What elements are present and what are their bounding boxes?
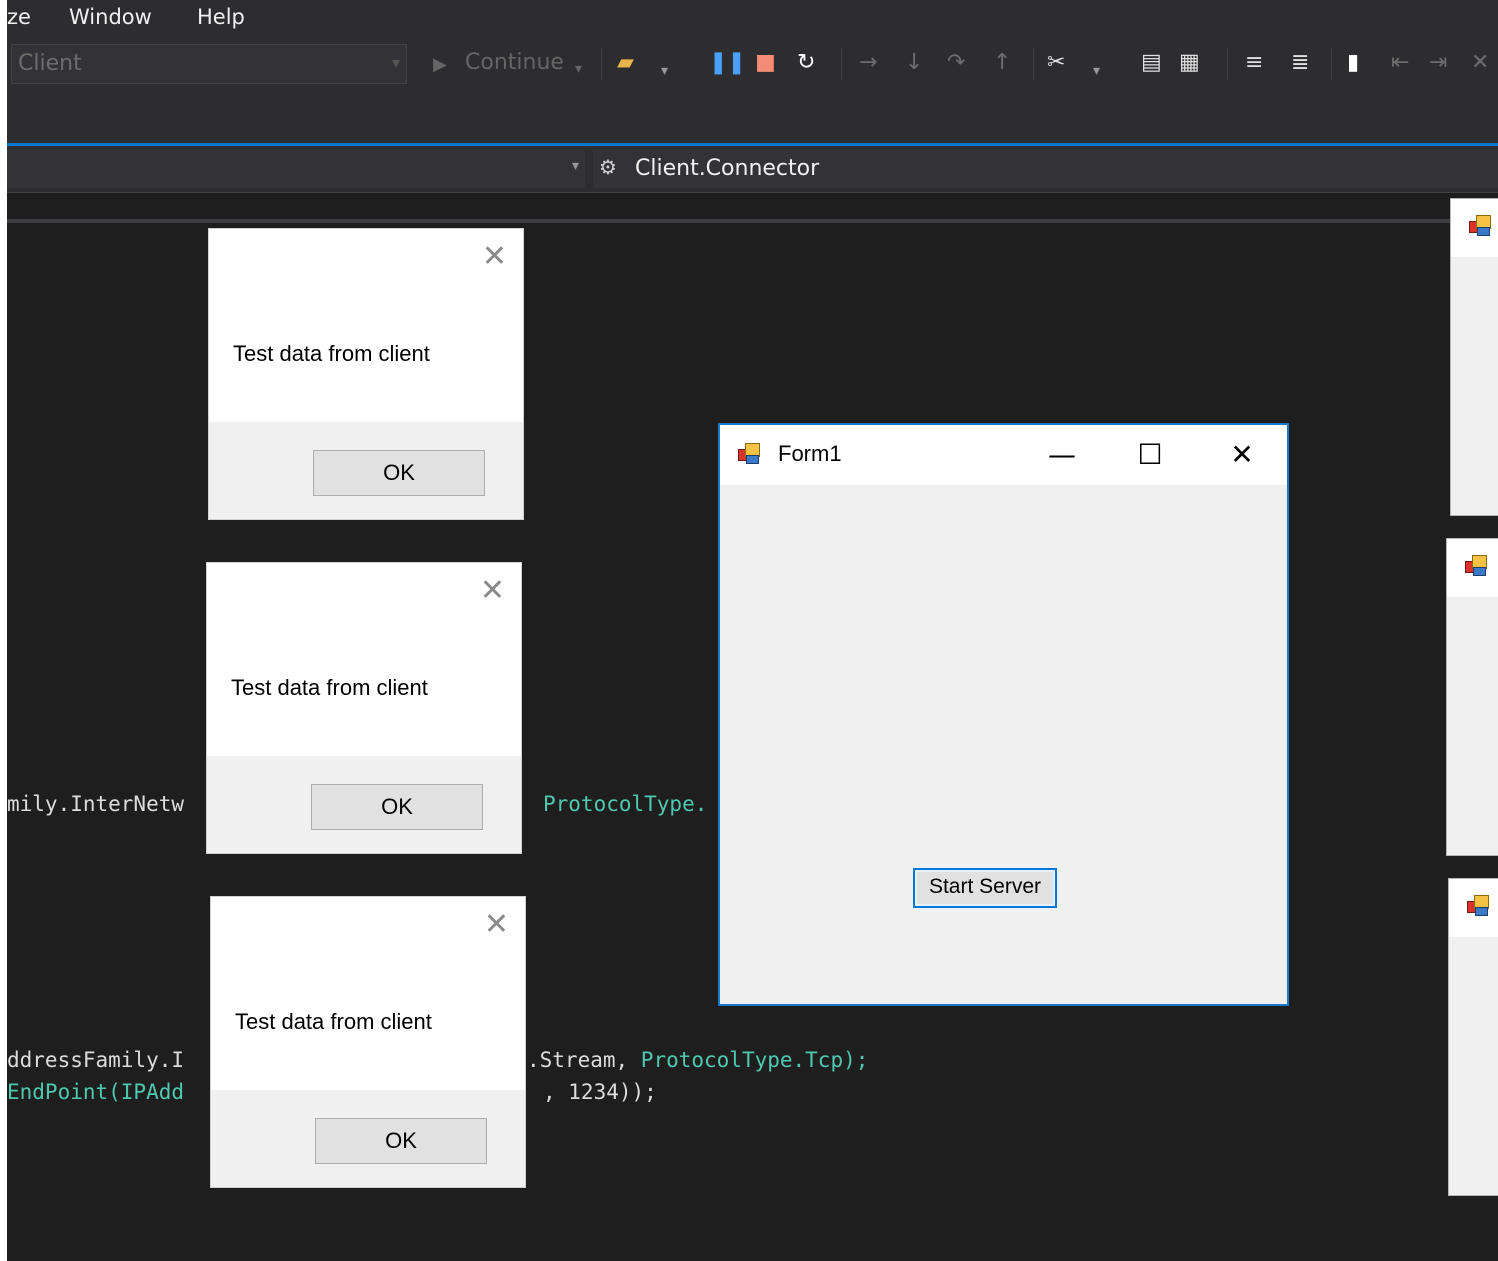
navigation-bar: ▾ ⚙ Client.Connector xyxy=(7,146,1498,193)
message-text: Test data from client xyxy=(233,341,430,366)
process-icon[interactable]: ▰ xyxy=(617,50,634,76)
uncomment-icon[interactable]: ≣ xyxy=(1291,50,1309,76)
form1-window: Form1 — ☐ ✕ Start Server xyxy=(718,423,1289,1006)
code-token: .Stream, xyxy=(527,1048,641,1072)
step-out-icon[interactable]: ↑ xyxy=(993,50,1011,76)
message-box: ✕ Test data from client OK xyxy=(210,896,526,1188)
code-line: , 1234)); xyxy=(543,1080,657,1104)
close-icon[interactable]: ✕ xyxy=(480,573,505,608)
continue-dropdown-icon[interactable]: ▾ xyxy=(575,56,582,82)
close-icon[interactable]: ✕ xyxy=(482,239,507,274)
step-over-icon[interactable]: ↷ xyxy=(947,50,965,76)
code-line: ddressFamily.I xyxy=(7,1048,185,1072)
chevron-down-icon: ▾ xyxy=(391,53,400,72)
previous-bookmark-icon[interactable]: ⇤ xyxy=(1391,50,1409,76)
maximize-button[interactable]: ☐ xyxy=(1120,433,1180,477)
start-server-label: Start Server xyxy=(928,875,1042,898)
code-line: ProtocolType. xyxy=(543,792,708,816)
message-box: ✕ Test data from client OK xyxy=(208,228,524,520)
debug-toolbar: Client ▾ ▶ Continue ▾ ▰ ▾ ❚❚ ■ ↻ → ↓ ↷ ↑… xyxy=(7,40,1498,144)
step-into-icon[interactable]: ↓ xyxy=(905,50,923,76)
toolbar-separator xyxy=(601,48,602,80)
app-icon xyxy=(738,443,760,465)
partial-window[interactable] xyxy=(1446,538,1498,856)
locals-window-icon[interactable]: ▤ xyxy=(1141,50,1162,76)
continue-button[interactable]: Continue xyxy=(465,50,564,75)
editor-divider xyxy=(7,219,1498,223)
comment-icon[interactable]: ≡ xyxy=(1245,50,1263,76)
configuration-value: Client xyxy=(18,51,82,76)
partial-window[interactable] xyxy=(1450,198,1498,516)
message-box-body xyxy=(209,229,523,422)
menu-bar: ze Window Help xyxy=(7,0,1498,40)
menu-item-window[interactable]: Window xyxy=(69,5,152,29)
code-token: ProtocolType.Tcp); xyxy=(640,1048,869,1072)
overflow-icon[interactable]: ▾ xyxy=(1093,58,1100,84)
toolbar-separator xyxy=(1331,48,1332,80)
ok-button[interactable]: OK xyxy=(315,1118,487,1164)
pause-icon[interactable]: ❚❚ xyxy=(709,50,746,76)
overflow-icon[interactable]: ▾ xyxy=(661,58,668,84)
form1-title-bar[interactable]: Form1 — ☐ ✕ xyxy=(720,425,1287,485)
ok-button[interactable]: OK xyxy=(311,784,483,830)
show-next-statement-icon[interactable]: → xyxy=(859,50,877,76)
message-text: Test data from client xyxy=(231,675,428,700)
app-icon xyxy=(1469,215,1491,237)
close-button[interactable]: ✕ xyxy=(1212,433,1272,477)
clear-bookmarks-icon[interactable]: ✕ xyxy=(1471,50,1489,76)
next-bookmark-icon[interactable]: ⇥ xyxy=(1429,50,1447,76)
member-label: Client.Connector xyxy=(635,156,820,181)
breakpoint-icon[interactable]: ✂ xyxy=(1047,50,1065,76)
toolbar-separator xyxy=(841,48,842,80)
start-server-button[interactable]: Start Server xyxy=(913,868,1057,908)
message-text: Test data from client xyxy=(235,1009,432,1034)
play-icon: ▶ xyxy=(433,54,447,75)
method-icon: ⚙ xyxy=(599,155,617,179)
toolbar-separator xyxy=(1033,48,1034,80)
message-box-body xyxy=(211,897,525,1090)
member-dropdown[interactable]: ⚙ Client.Connector xyxy=(593,150,1498,188)
type-dropdown[interactable]: ▾ xyxy=(7,150,585,188)
message-box: ✕ Test data from client OK xyxy=(206,562,522,854)
toolbar-separator xyxy=(1227,48,1228,80)
menu-item-analyze[interactable]: ze xyxy=(7,5,31,29)
chevron-down-icon: ▾ xyxy=(571,158,579,174)
bookmark-icon[interactable]: ▮ xyxy=(1347,50,1359,76)
app-icon xyxy=(1467,895,1489,917)
stop-icon[interactable]: ■ xyxy=(755,50,776,76)
code-line: mily.InterNetw xyxy=(7,792,185,816)
close-icon[interactable]: ✕ xyxy=(484,907,509,942)
code-line: .Stream, ProtocolType.Tcp); xyxy=(527,1048,868,1072)
menu-item-help[interactable]: Help xyxy=(197,5,245,29)
ok-button[interactable]: OK xyxy=(313,450,485,496)
window-title: Form1 xyxy=(778,441,842,466)
solution-configuration-dropdown[interactable]: Client ▾ xyxy=(11,44,407,84)
watch-window-icon[interactable]: ▦ xyxy=(1179,50,1200,76)
partial-window[interactable] xyxy=(1448,878,1498,1196)
code-line: EndPoint(IPAdd xyxy=(7,1080,185,1104)
minimize-button[interactable]: — xyxy=(1032,433,1092,477)
app-icon xyxy=(1465,555,1487,577)
restart-icon[interactable]: ↻ xyxy=(797,50,815,76)
message-box-body xyxy=(207,563,521,756)
